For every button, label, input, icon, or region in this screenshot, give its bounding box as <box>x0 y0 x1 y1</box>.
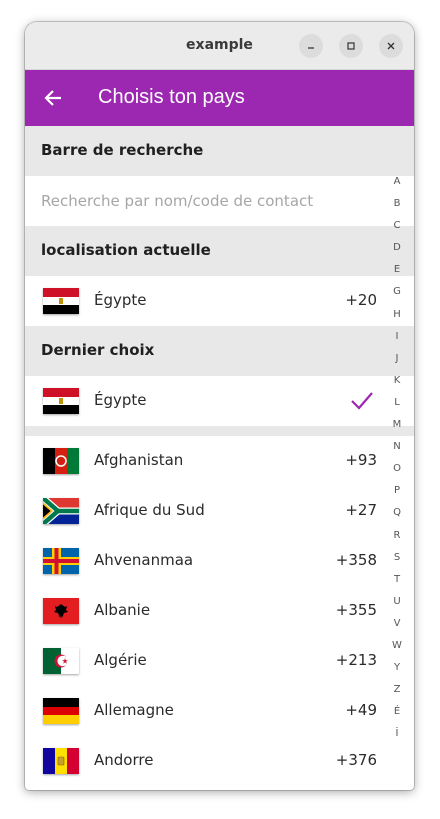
aland-flag-icon <box>43 548 79 574</box>
index-letter[interactable]: S <box>389 552 405 574</box>
country-name: Andorre <box>94 751 154 769</box>
page-title: Choisis ton pays <box>98 86 245 108</box>
section-header-last-choice: Dernier choix <box>25 326 414 376</box>
country-row-south-africa[interactable]: Afrique du Sud +27 <box>25 486 414 536</box>
section-header-current-location: localisation actuelle <box>25 226 414 276</box>
alphabet-index[interactable]: ABCDEGHIJKLMNOPQRSTUVWYZÉİ <box>389 176 405 750</box>
albania-flag-icon <box>43 598 79 624</box>
index-letter[interactable]: I <box>389 331 405 353</box>
index-letter[interactable]: D <box>389 242 405 264</box>
index-letter[interactable]: R <box>389 530 405 552</box>
country-name: Allemagne <box>94 701 174 719</box>
maximize-button[interactable] <box>339 34 363 58</box>
algeria-flag-icon <box>43 648 79 674</box>
country-picker: Barre de recherche localisation actuelle… <box>25 126 414 790</box>
search-input[interactable] <box>39 189 373 213</box>
country-name: Égypte <box>94 391 147 409</box>
window-titlebar: example <box>25 22 414 70</box>
search-bar <box>25 176 414 226</box>
index-letter[interactable]: K <box>389 375 405 397</box>
country-row-germany[interactable]: Allemagne +49 <box>25 686 414 736</box>
egypt-flag-icon <box>43 388 79 414</box>
country-row-aland[interactable]: Ahvenanmaa +358 <box>25 536 414 586</box>
index-letter[interactable]: H <box>389 309 405 331</box>
index-letter[interactable]: O <box>389 463 405 485</box>
index-letter[interactable]: Y <box>389 662 405 684</box>
index-letter[interactable]: J <box>389 353 405 375</box>
index-letter[interactable]: G <box>389 286 405 308</box>
maximize-icon <box>347 42 355 50</box>
back-arrow-icon[interactable] <box>43 88 63 108</box>
dial-code: +376 <box>335 751 377 769</box>
close-icon <box>387 42 395 50</box>
index-letter[interactable]: É <box>389 706 405 728</box>
index-letter[interactable]: L <box>389 397 405 419</box>
index-letter[interactable]: A <box>389 176 405 198</box>
index-letter[interactable]: B <box>389 198 405 220</box>
index-letter[interactable]: E <box>389 264 405 286</box>
minimize-icon <box>308 47 314 49</box>
andorra-flag-icon <box>43 748 79 774</box>
dial-code: +20 <box>345 291 377 309</box>
dial-code: +358 <box>335 551 377 569</box>
afghanistan-flag-icon <box>43 448 79 474</box>
country-name: Afrique du Sud <box>94 501 205 519</box>
minimize-button[interactable] <box>299 34 323 58</box>
south-africa-flag-icon <box>43 498 79 524</box>
index-letter[interactable]: N <box>389 441 405 463</box>
app-window: example Choisis ton pays Barre de recher… <box>25 22 414 790</box>
dial-code: +355 <box>335 601 377 619</box>
check-icon <box>351 392 373 410</box>
app-bar: Choisis ton pays <box>25 70 414 126</box>
index-letter[interactable]: Z <box>389 684 405 706</box>
dial-code: +27 <box>345 501 377 519</box>
section-label: Dernier choix <box>41 341 155 359</box>
section-label: Barre de recherche <box>41 141 204 159</box>
divider <box>25 426 414 436</box>
index-letter[interactable]: C <box>389 220 405 242</box>
index-letter[interactable]: M <box>389 419 405 441</box>
country-name: Afghanistan <box>94 451 184 469</box>
index-letter[interactable]: P <box>389 485 405 507</box>
index-letter[interactable]: U <box>389 596 405 618</box>
index-letter[interactable]: V <box>389 618 405 640</box>
index-letter[interactable]: Q <box>389 507 405 529</box>
germany-flag-icon <box>43 698 79 724</box>
index-letter[interactable]: W <box>389 640 405 662</box>
country-row-afghanistan[interactable]: Afghanistan +93 <box>25 436 414 486</box>
country-name: Albanie <box>94 601 151 619</box>
current-location-row[interactable]: Égypte +20 <box>25 276 414 326</box>
section-label: localisation actuelle <box>41 241 211 259</box>
section-header-search: Barre de recherche <box>25 126 414 176</box>
index-letter[interactable]: İ <box>389 728 405 750</box>
country-name: Égypte <box>94 291 147 309</box>
country-row-albania[interactable]: Albanie +355 <box>25 586 414 636</box>
country-name: Ahvenanmaa <box>94 551 194 569</box>
country-name: Algérie <box>94 651 147 669</box>
dial-code: +49 <box>345 701 377 719</box>
last-choice-row[interactable]: Égypte <box>25 376 414 426</box>
index-letter[interactable]: T <box>389 574 405 596</box>
egypt-flag-icon <box>43 288 79 314</box>
dial-code: +213 <box>335 651 377 669</box>
country-row-algeria[interactable]: Algérie +213 <box>25 636 414 686</box>
close-button[interactable] <box>379 34 403 58</box>
dial-code: +93 <box>345 451 377 469</box>
country-row-andorra[interactable]: Andorre +376 <box>25 736 414 786</box>
